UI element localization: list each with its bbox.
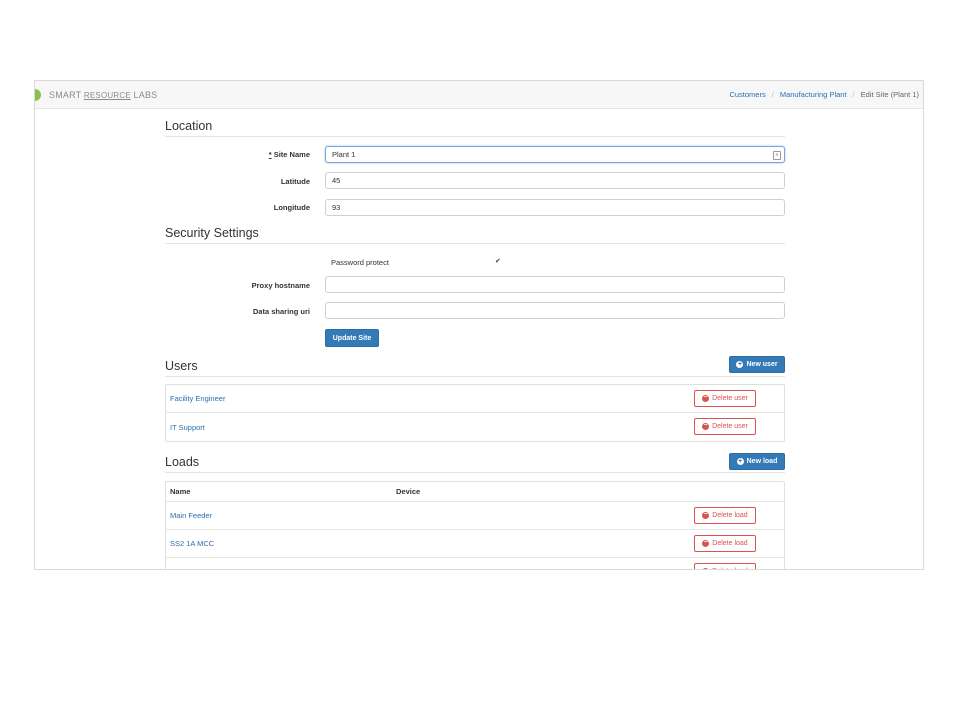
delete-load-button[interactable]: −Delete load [694,563,756,569]
delete-load-button[interactable]: −Delete load [694,535,756,552]
users-list: Facility Engineer − Delete user IT Suppor… [165,384,785,442]
loads-table: Name Device Main Feeder − Delete load SS2… [165,481,785,569]
site-name-label: * Site Name [165,150,310,159]
delete-user-label: Delete user [712,423,748,430]
delete-load-button[interactable]: −Delete load [694,507,756,524]
latitude-value: 45 [332,176,341,185]
column-header-device: Device [396,487,421,496]
delete-user-label: Delete user [712,395,748,402]
latitude-input[interactable]: 45 [325,172,785,189]
minus-circle-icon: − [702,539,710,547]
breadcrumb-manufacturing-plant[interactable]: Manufacturing Plant [780,90,847,99]
new-user-button[interactable]: + New user [729,356,785,373]
longitude-value: 93 [332,203,341,212]
password-protect-label: Password protect [331,258,389,267]
breadcrumb: Customers / Manufacturing Plant / Edit S… [729,81,919,108]
table-row: Main Feeder − Delete load [166,502,784,530]
delete-user-button[interactable]: − Delete user [694,390,756,407]
table-row: −Delete load [166,558,784,569]
logo-icon [35,88,41,101]
plus-circle-icon: + [736,458,744,465]
update-site-button[interactable]: Update Site [325,329,379,347]
brand-text: SMART RESOURCE LABS [49,90,157,100]
data-sharing-uri-label: Data sharing uri [252,307,310,316]
breadcrumb-customers[interactable]: Customers [729,90,765,99]
brand-logo[interactable]: SMART RESOURCE LABS [35,81,157,108]
section-title-loads: Loads [165,455,785,473]
longitude-label: Longitude [273,203,310,212]
list-item-user: Facility Engineer − Delete user [166,385,784,413]
brand-text-right: LABS [133,89,158,100]
section-title-security: Security Settings [165,226,785,244]
plus-circle-icon: + [736,361,744,368]
delete-load-label: Delete load [712,568,747,569]
brand-text-mid: RESOURCE [83,90,131,100]
minus-circle-icon: − [702,394,710,402]
latitude-label: Latitude [280,177,310,186]
delete-load-label: Delete load [712,540,748,547]
column-header-name: Name [170,487,191,496]
app-window: SMART RESOURCE LABS Customers / Manufact… [34,80,924,570]
site-name-input[interactable]: Plant 1 ≡ [325,146,785,163]
minus-circle-icon: − [702,422,710,430]
data-sharing-uri-input[interactable] [325,302,785,319]
breadcrumb-current: Edit Site (Plant 1) [860,90,919,99]
password-protect-checkbox[interactable]: ✔ [495,258,501,265]
new-user-label: New user [746,361,778,368]
top-navbar: SMART RESOURCE LABS Customers / Manufact… [35,81,923,109]
site-name-label-text: Site Name [273,150,310,159]
load-link[interactable]: SS2 1A MCC [170,539,214,548]
breadcrumb-separator: / [852,90,855,99]
delete-load-label: Delete load [712,512,748,519]
loads-table-header: Name Device [166,482,784,502]
new-load-button[interactable]: + New load [729,453,785,470]
breadcrumb-separator: / [771,90,774,99]
site-name-value: Plant 1 [332,150,356,159]
brand-text-left: SMART [49,89,82,100]
user-link[interactable]: Facility Engineer [170,394,225,403]
new-load-label: New load [746,458,778,465]
minus-circle-icon: − [702,511,710,519]
required-marker: * [268,150,272,159]
table-row: SS2 1A MCC − Delete load [166,530,784,558]
minus-circle-icon: − [702,567,710,569]
proxy-hostname-label: Proxy hostname [251,281,310,290]
section-title-location: Location [165,119,785,137]
longitude-input[interactable]: 93 [325,199,785,216]
delete-user-button[interactable]: − Delete user [694,418,756,435]
user-link[interactable]: IT Support [170,423,205,432]
list-item-user: IT Support − Delete user [166,413,784,441]
proxy-hostname-input[interactable] [325,276,785,293]
section-title-users: Users [165,359,785,377]
load-link[interactable]: Main Feeder [170,511,212,520]
autofill-icon[interactable]: ≡ [773,151,781,160]
